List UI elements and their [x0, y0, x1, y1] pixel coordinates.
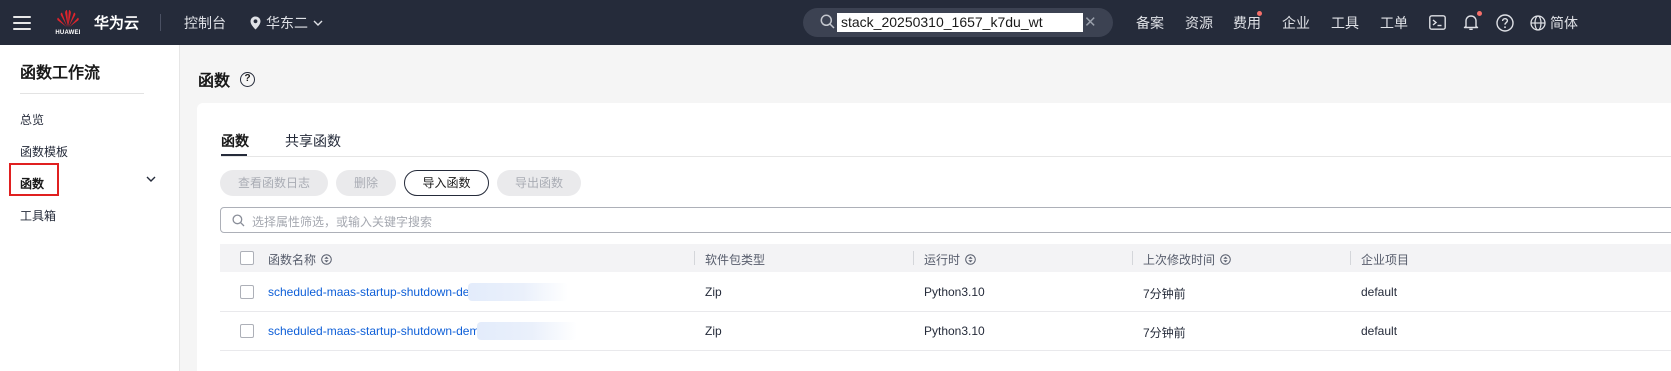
- sidebar-item-function-templates[interactable]: 函数模板: [20, 143, 68, 160]
- global-search[interactable]: stack_20250310_1657_k7du_wt ✕: [803, 8, 1113, 37]
- nav-tickets[interactable]: 工单: [1380, 0, 1408, 45]
- runtime-cell: Python3.10: [924, 285, 985, 299]
- sidebar-item-overview[interactable]: 总览: [20, 111, 44, 128]
- column-header-label: 函数名称: [268, 253, 317, 267]
- bell-notification-dot: [1477, 11, 1482, 16]
- function-name-link[interactable]: scheduled-maas-startup-shutdown-demo-: [268, 324, 490, 338]
- row-checkbox[interactable]: [240, 285, 254, 299]
- help-icon[interactable]: ?: [240, 71, 256, 87]
- language-label: 简体: [1550, 14, 1578, 31]
- logo-text: HUAWEI: [55, 30, 81, 36]
- row-checkbox[interactable]: [240, 324, 254, 338]
- notification-bell-icon[interactable]: [1463, 0, 1479, 45]
- package-type-cell: Zip: [705, 324, 722, 338]
- column-divider: [1132, 251, 1133, 265]
- redacted-text: [477, 322, 577, 340]
- terminal-icon[interactable]: [1429, 0, 1446, 45]
- help-icon[interactable]: [1496, 0, 1514, 45]
- column-header-last-modified[interactable]: 上次修改时间: [1143, 251, 1231, 268]
- region-selector[interactable]: 华东二: [250, 0, 323, 45]
- delete-button[interactable]: 删除: [336, 170, 396, 196]
- huawei-flower-icon: [57, 10, 79, 28]
- tab-functions[interactable]: 函数: [221, 131, 249, 151]
- huawei-logo[interactable]: HUAWEI: [53, 0, 83, 45]
- console-link[interactable]: 控制台: [184, 0, 226, 45]
- enterprise-project-cell: default: [1361, 285, 1398, 299]
- sort-icon[interactable]: [965, 254, 976, 265]
- column-divider: [1350, 251, 1351, 265]
- filter-search-input[interactable]: 选择属性筛选，或输入关键字搜索: [220, 207, 1671, 233]
- sidebar-divider: [20, 93, 144, 94]
- column-divider: [694, 251, 695, 265]
- page-title-text: 函数: [198, 73, 231, 90]
- nav-resources[interactable]: 资源: [1185, 0, 1213, 45]
- column-header-name[interactable]: 函数名称: [268, 251, 332, 268]
- highlight-box: [9, 163, 59, 196]
- brand-name[interactable]: 华为云: [94, 0, 139, 45]
- sidebar-title: 函数工作流: [20, 65, 101, 82]
- column-header-label: 软件包类型: [705, 253, 766, 267]
- function-name-link[interactable]: scheduled-maas-startup-shutdown-dem: [268, 285, 479, 299]
- language-selector[interactable]: 简体: [1530, 0, 1578, 45]
- active-tab-indicator: [221, 154, 247, 156]
- column-header-enterprise-project: 企业项目: [1361, 251, 1409, 268]
- package-type-cell: Zip: [705, 285, 722, 299]
- search-icon: [232, 214, 245, 227]
- filter-placeholder: 选择属性筛选，或输入关键字搜索: [252, 215, 433, 229]
- select-all-checkbox[interactable]: [240, 251, 254, 265]
- chevron-down-icon[interactable]: [146, 176, 156, 182]
- topbar-divider: [160, 14, 161, 31]
- sort-icon[interactable]: [1220, 254, 1231, 265]
- tab-shared-functions[interactable]: 共享函数: [285, 131, 341, 151]
- nav-filing[interactable]: 备案: [1136, 0, 1164, 45]
- location-pin-icon: [250, 16, 261, 29]
- view-logs-button[interactable]: 查看函数日志: [220, 170, 328, 196]
- page-title: 函数 ?: [198, 67, 256, 91]
- import-function-button[interactable]: 导入函数: [404, 170, 489, 196]
- nav-enterprise[interactable]: 企业: [1282, 0, 1310, 45]
- runtime-cell: Python3.10: [924, 324, 985, 338]
- chevron-down-icon: [313, 20, 323, 26]
- sort-icon[interactable]: [321, 254, 332, 265]
- nav-billing[interactable]: 费用: [1233, 0, 1261, 45]
- tabs-divider: [221, 156, 1671, 157]
- column-header-label: 上次修改时间: [1143, 253, 1216, 267]
- enterprise-project-cell: default: [1361, 324, 1398, 338]
- globe-icon: [1530, 14, 1546, 31]
- last-modified-cell: 7分钟前: [1143, 287, 1186, 301]
- row-divider: [220, 311, 1671, 312]
- redacted-text: [468, 283, 568, 301]
- last-modified-cell: 7分钟前: [1143, 326, 1186, 340]
- export-function-button[interactable]: 导出函数: [497, 170, 581, 196]
- search-icon: [820, 14, 835, 29]
- column-header-runtime[interactable]: 运行时: [924, 251, 976, 268]
- region-label: 华东二: [266, 14, 308, 31]
- sidebar: 函数工作流 总览 函数模板 函数 工具箱: [0, 45, 180, 371]
- billing-notification-dot: [1257, 11, 1262, 16]
- search-input[interactable]: stack_20250310_1657_k7du_wt: [837, 13, 1083, 32]
- clear-search-icon[interactable]: ✕: [1084, 13, 1097, 32]
- nav-tools[interactable]: 工具: [1331, 0, 1359, 45]
- top-navigation-bar: HUAWEI 华为云 控制台 华东二 stack_20250310_1657_k…: [0, 0, 1671, 45]
- column-header-label: 企业项目: [1361, 253, 1410, 267]
- column-header-label: 运行时: [924, 253, 961, 267]
- column-header-package-type: 软件包类型: [705, 251, 765, 268]
- menu-icon[interactable]: [12, 0, 32, 45]
- column-divider: [913, 251, 914, 265]
- row-divider: [220, 350, 1671, 351]
- sidebar-item-toolbox[interactable]: 工具箱: [20, 207, 56, 224]
